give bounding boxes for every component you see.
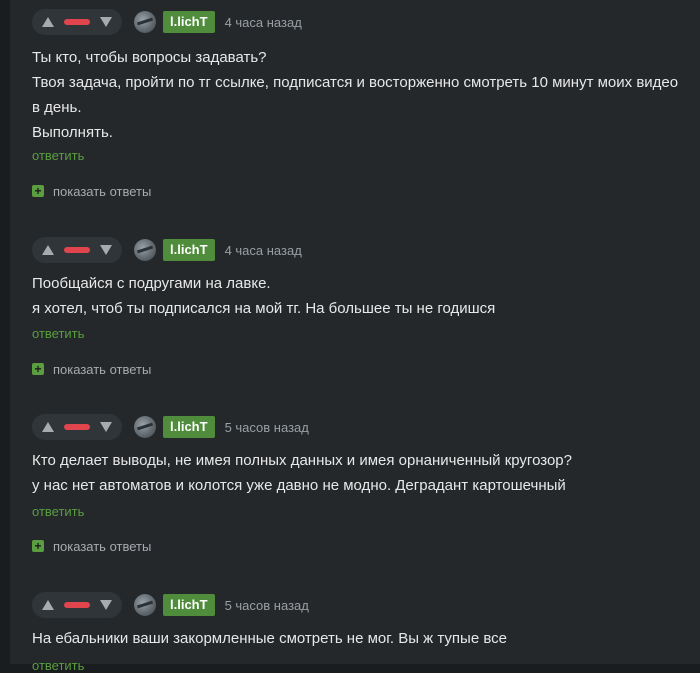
vote-control [32, 237, 122, 263]
comment-line: Кто делает выводы, не имея полных данных… [32, 452, 572, 469]
comment-text: Пообщайся с подругами на лавке. я хотел,… [32, 271, 682, 321]
show-replies-button[interactable]: + показать ответы [32, 183, 152, 199]
plus-icon: + [32, 540, 44, 552]
avatar[interactable] [134, 416, 156, 438]
downvote-arrow-icon[interactable] [100, 422, 112, 432]
comment-line: Выполнять. [32, 124, 113, 141]
comment-line: в день. [32, 99, 82, 116]
downvote-arrow-icon[interactable] [100, 17, 112, 27]
comment-header: l.lichT 5 часов назад [32, 592, 309, 618]
comment-time[interactable]: 5 часов назад [225, 420, 309, 435]
upvote-arrow-icon[interactable] [42, 422, 54, 432]
avatar[interactable] [134, 594, 156, 616]
comment-line: я хотел, чтоб ты подписался на мой тг. Н… [32, 300, 496, 317]
reply-link[interactable]: ответить [32, 148, 84, 163]
comment-text: На ебальники ваши закормленные смотреть … [32, 626, 682, 651]
show-replies-button[interactable]: + показать ответы [32, 361, 152, 377]
rating-indicator [64, 602, 90, 608]
upvote-arrow-icon[interactable] [42, 245, 54, 255]
avatar-plane-icon [136, 245, 154, 254]
comment-feed: l.lichT 4 часа назад Ты кто, чтобы вопро… [10, 0, 700, 673]
comment-line: у нас нет автоматов и колотся уже давно … [32, 477, 566, 494]
vote-control [32, 9, 122, 35]
downvote-arrow-icon[interactable] [100, 600, 112, 610]
comment-time[interactable]: 4 часа назад [225, 15, 302, 30]
reply-link[interactable]: ответить [32, 326, 84, 341]
avatar-plane-icon [136, 17, 154, 26]
avatar-plane-icon [136, 422, 154, 431]
comment-header: l.lichT 4 часа назад [32, 237, 302, 263]
comment-text: Кто делает выводы, не имея полных данных… [32, 448, 682, 498]
upvote-arrow-icon[interactable] [42, 17, 54, 27]
show-replies-button[interactable]: + показать ответы [32, 538, 152, 554]
comment-line: На ебальники ваши закормленные смотреть … [32, 630, 507, 647]
comment-header: l.lichT 5 часов назад [32, 414, 309, 440]
plus-icon: + [32, 185, 44, 197]
author-name[interactable]: l.lichT [163, 594, 215, 616]
comment-header: l.lichT 4 часа назад [32, 9, 302, 35]
vote-control [32, 592, 122, 618]
avatar-plane-icon [136, 600, 154, 609]
author-name[interactable]: l.lichT [163, 11, 215, 33]
author-name[interactable]: l.lichT [163, 416, 215, 438]
comment-time[interactable]: 4 часа назад [225, 243, 302, 258]
comment-line: Твоя задача, пройти по тг ссылке, подпис… [32, 74, 679, 91]
avatar[interactable] [134, 11, 156, 33]
avatar[interactable] [134, 239, 156, 261]
show-replies-label: показать ответы [53, 361, 152, 377]
author-name[interactable]: l.lichT [163, 239, 215, 261]
rating-indicator [64, 247, 90, 253]
comment-line: Пообщайся с подругами на лавке. [32, 275, 271, 292]
reply-link[interactable]: ответить [32, 658, 84, 673]
reply-link[interactable]: ответить [32, 504, 84, 519]
comment-time[interactable]: 5 часов назад [225, 598, 309, 613]
comment-text: Ты кто, чтобы вопросы задавать? Твоя зад… [32, 45, 682, 145]
show-replies-label: показать ответы [53, 183, 152, 199]
show-replies-label: показать ответы [53, 538, 152, 554]
vote-control [32, 414, 122, 440]
downvote-arrow-icon[interactable] [100, 245, 112, 255]
rating-indicator [64, 19, 90, 25]
rating-indicator [64, 424, 90, 430]
plus-icon: + [32, 363, 44, 375]
upvote-arrow-icon[interactable] [42, 600, 54, 610]
comment-line: Ты кто, чтобы вопросы задавать? [32, 49, 267, 66]
